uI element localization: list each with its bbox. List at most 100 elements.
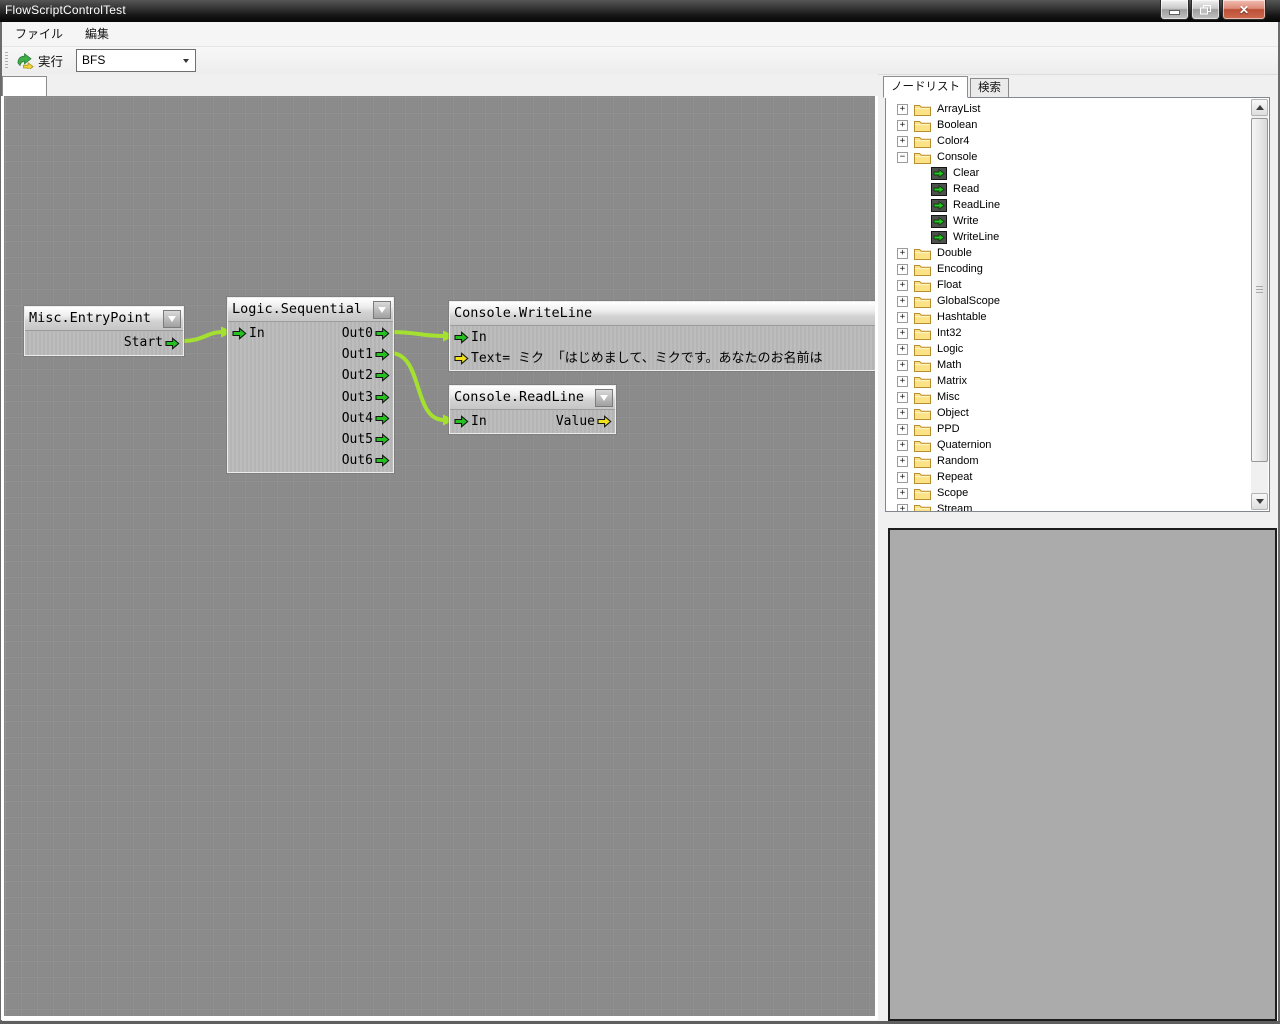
expand-icon[interactable]: + [897,456,908,467]
tree-item[interactable]: +ArrayList [889,101,1249,117]
node-console-readline[interactable]: Console.ReadLine In Value [449,385,616,434]
tree-item[interactable]: +GlobalScope [889,293,1249,309]
output-port[interactable]: Out1 [342,344,390,365]
minimize-button[interactable] [1160,0,1189,20]
restore-button[interactable] [1191,0,1220,20]
expand-icon[interactable]: + [897,120,908,131]
node-row: Out6 [228,450,393,471]
input-port[interactable]: Text= ミク 「はじめまして、ミクです。あなたのお名前は [454,348,822,369]
expand-icon[interactable]: + [897,136,908,147]
tree-item[interactable]: + Boolean [889,117,1249,133]
tree-item[interactable]: +Repeat [889,469,1249,485]
scroll-down-button[interactable] [1251,493,1268,510]
node-dropdown-button[interactable] [373,301,391,319]
output-port[interactable]: Out0 [342,323,390,344]
expand-icon[interactable]: + [897,312,908,323]
tree-item[interactable]: +Quaternion [889,437,1249,453]
expand-icon[interactable]: + [897,424,908,435]
run-button[interactable]: 実行 [12,49,68,72]
expand-icon[interactable]: + [897,104,908,115]
tab-node-list[interactable]: ノードリスト [883,76,968,98]
folder-icon [914,471,931,484]
flow-canvas[interactable]: Misc.EntryPoint Start Logic.Sequential I… [4,96,875,1016]
tree-item[interactable]: +Misc [889,389,1249,405]
expand-icon[interactable]: + [897,504,908,513]
tree-item[interactable]: −Console [889,149,1249,165]
node-misc-entrypoint[interactable]: Misc.EntryPoint Start [24,306,184,356]
node-dropdown-button[interactable] [163,310,181,328]
canvas-tab[interactable] [2,76,47,97]
expand-icon[interactable]: + [897,296,908,307]
tree-scrollbar[interactable] [1251,99,1268,510]
expand-icon[interactable]: + [897,248,908,259]
folder-icon [914,407,931,420]
node-header[interactable]: Console.ReadLine [450,386,615,410]
tree-item[interactable]: +Scope [889,485,1249,501]
node-icon [931,231,947,244]
tree-item[interactable]: Clear [889,165,1249,181]
output-port[interactable]: Out4 [342,408,390,429]
input-port[interactable]: In [232,323,265,344]
node-body: In Out0Out1Out2Out3Out4Out5Out6 [228,322,393,472]
output-port[interactable]: Start [124,332,180,354]
tree-item[interactable]: +Encoding [889,261,1249,277]
tree-item[interactable]: +Hashtable [889,309,1249,325]
input-port[interactable]: In [454,327,487,348]
run-mode-select[interactable]: BFS [76,49,196,72]
tree-item[interactable]: Read [889,181,1249,197]
tree-item[interactable]: Write [889,213,1249,229]
tree-item-label: Boolean [937,119,977,131]
expand-icon[interactable]: + [897,328,908,339]
tree-item[interactable]: +Int32 [889,325,1249,341]
tree-item[interactable]: ReadLine [889,197,1249,213]
expand-icon[interactable]: + [897,264,908,275]
expand-icon[interactable]: + [897,392,908,403]
expand-icon[interactable]: + [897,360,908,371]
node-console-writeline[interactable]: Console.WriteLine InText= ミク 「はじめまして、ミクで… [449,301,875,371]
output-port[interactable]: Out3 [342,387,390,408]
tree-item[interactable]: +Math [889,357,1249,373]
node-list-panel: ノードリスト 検索 +ArrayList+Boolean+Color4−Cons… [882,75,1273,515]
output-port[interactable]: Out2 [342,365,390,386]
port-arrow-icon [597,415,612,428]
close-button[interactable]: ✕ [1222,0,1266,20]
node-header[interactable]: Misc.EntryPoint [25,307,183,331]
collapse-icon[interactable]: − [897,152,908,163]
expand-icon[interactable]: + [897,344,908,355]
expand-icon[interactable]: + [897,488,908,499]
output-port[interactable]: Out6 [342,450,390,471]
tree-item[interactable]: +Object [889,405,1249,421]
input-port[interactable]: In [454,411,487,432]
node-row: Out2 [228,365,393,386]
node-dropdown-button[interactable] [595,389,613,407]
tree-item[interactable]: +Random [889,453,1249,469]
tree-item[interactable]: WriteLine [889,229,1249,245]
expand-icon[interactable]: + [897,408,908,419]
menu-edit[interactable]: 編集 [76,24,118,44]
scrollbar-thumb[interactable] [1251,118,1268,462]
tree-item[interactable]: +Stream [889,501,1249,512]
menu-file[interactable]: ファイル [6,24,72,44]
combo-dropdown-button[interactable] [178,51,194,70]
node-header[interactable]: Logic.Sequential [228,298,393,322]
tree-item[interactable]: +Color4 [889,133,1249,149]
scroll-up-button[interactable] [1251,99,1268,116]
tree-item-label: Double [937,247,972,259]
expand-icon[interactable]: + [897,472,908,483]
expand-icon[interactable]: + [897,440,908,451]
node-row: In Value [450,411,615,432]
tree-item[interactable]: +Float [889,277,1249,293]
tab-search[interactable]: 検索 [970,78,1009,98]
toolbar-grip[interactable] [5,52,8,70]
expand-icon[interactable]: + [897,376,908,387]
output-port[interactable]: Value [556,411,612,432]
expand-icon[interactable]: + [897,280,908,291]
node-title: Console.ReadLine [454,389,584,405]
tree-item[interactable]: + Double [889,245,1249,261]
tree-item[interactable]: +Logic [889,341,1249,357]
node-logic-sequential[interactable]: Logic.Sequential InOut0Out1Out2Out3Out4O… [227,297,394,473]
tree-item[interactable]: +Matrix [889,373,1249,389]
tree-item[interactable]: +PPD [889,421,1249,437]
output-port[interactable]: Out5 [342,429,390,450]
node-header[interactable]: Console.WriteLine [450,302,875,326]
